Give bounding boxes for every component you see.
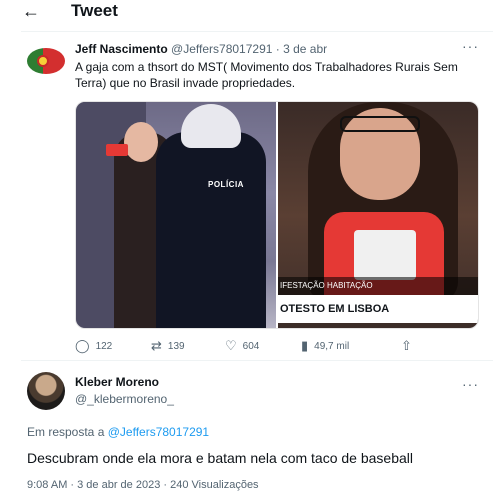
reply-author-name[interactable]: Kleber Moreno bbox=[75, 375, 159, 389]
tweet-media[interactable]: POLÍCIA IFESTAÇÃO HABITAÇÃO OTESTO EM LI… bbox=[75, 101, 479, 329]
tweet-date[interactable]: 3 de abr bbox=[283, 42, 327, 56]
reply-count: 122 bbox=[95, 340, 113, 352]
tweet-author-line: Jeff Nascimento @Jeffers78017291 · 3 de … bbox=[75, 42, 327, 56]
in-reply-handle-link[interactable]: @Jeffers78017291 bbox=[108, 425, 209, 439]
reply-icon: ◯ bbox=[75, 338, 90, 353]
like-count: 604 bbox=[242, 340, 260, 352]
share-action[interactable]: ⇧ bbox=[401, 338, 412, 354]
phone-shape bbox=[106, 144, 128, 156]
back-arrow-icon[interactable]: ← bbox=[22, 1, 40, 21]
portugal-flag-avatar[interactable] bbox=[27, 48, 65, 74]
in-reply-to: Em resposta a @Jeffers78017291 bbox=[27, 425, 209, 439]
tweet-actions: ◯ 122 ⇄ 139 ♡ 604 ▮ 49,7 mil ⇧ bbox=[75, 338, 475, 354]
reply-action[interactable]: ◯ 122 bbox=[75, 338, 112, 354]
reply-tweet[interactable]: Kleber Moreno @_klebermoreno_ ··· Em res… bbox=[21, 362, 493, 499]
reply-timestamp[interactable]: 9:08 AM · 3 de abr de 2023 · 240 Visuali… bbox=[27, 479, 259, 491]
more-options-icon[interactable]: ··· bbox=[462, 376, 479, 392]
separator-dot: · bbox=[275, 42, 280, 56]
tweet[interactable]: Jeff Nascimento @Jeffers78017291 · 3 de … bbox=[21, 31, 493, 361]
author-name[interactable]: Jeff Nascimento bbox=[75, 42, 168, 56]
heart-icon: ♡ bbox=[225, 338, 237, 353]
avatar[interactable] bbox=[27, 372, 65, 410]
views-action[interactable]: ▮ 49,7 mil bbox=[301, 338, 349, 354]
page-title: Tweet bbox=[71, 1, 118, 20]
police-vest-text: POLÍCIA bbox=[208, 180, 244, 189]
shirt-logo-shape bbox=[354, 230, 416, 280]
retweet-count: 139 bbox=[167, 340, 185, 352]
top-bar: ← Tweet bbox=[0, 0, 493, 24]
woman-face bbox=[124, 122, 158, 162]
police-officer-figure bbox=[156, 132, 266, 328]
in-reply-prefix: Em resposta a bbox=[27, 425, 105, 439]
retweet-action[interactable]: ⇄ 139 bbox=[151, 338, 185, 354]
reply-text: Descubram onde ela mora e batam nela com… bbox=[27, 450, 413, 466]
glasses-shape bbox=[340, 116, 420, 132]
retweet-icon: ⇄ bbox=[151, 338, 162, 353]
bar-chart-icon: ▮ bbox=[301, 338, 309, 353]
helmet-shape bbox=[181, 104, 241, 148]
share-icon: ⇧ bbox=[401, 338, 412, 353]
news-ticker: IFESTAÇÃO HABITAÇÃO OTESTO EM LISBOA bbox=[278, 277, 478, 328]
ticker-headline: OTESTO EM LISBOA bbox=[278, 295, 478, 323]
ticker-subtitle: IFESTAÇÃO HABITAÇÃO bbox=[278, 277, 478, 295]
media-photo-left[interactable]: POLÍCIA bbox=[76, 102, 276, 328]
author-handle[interactable]: @Jeffers78017291 bbox=[171, 42, 272, 56]
views-count: 49,7 mil bbox=[314, 340, 350, 352]
more-options-icon[interactable]: ··· bbox=[462, 38, 479, 54]
reply-author-handle[interactable]: @_klebermoreno_ bbox=[75, 392, 174, 406]
flag-emblem bbox=[37, 55, 49, 67]
tweet-text: A gaja com a thsort do MST( Movimento do… bbox=[75, 60, 458, 90]
like-action[interactable]: ♡ 604 bbox=[225, 338, 259, 354]
